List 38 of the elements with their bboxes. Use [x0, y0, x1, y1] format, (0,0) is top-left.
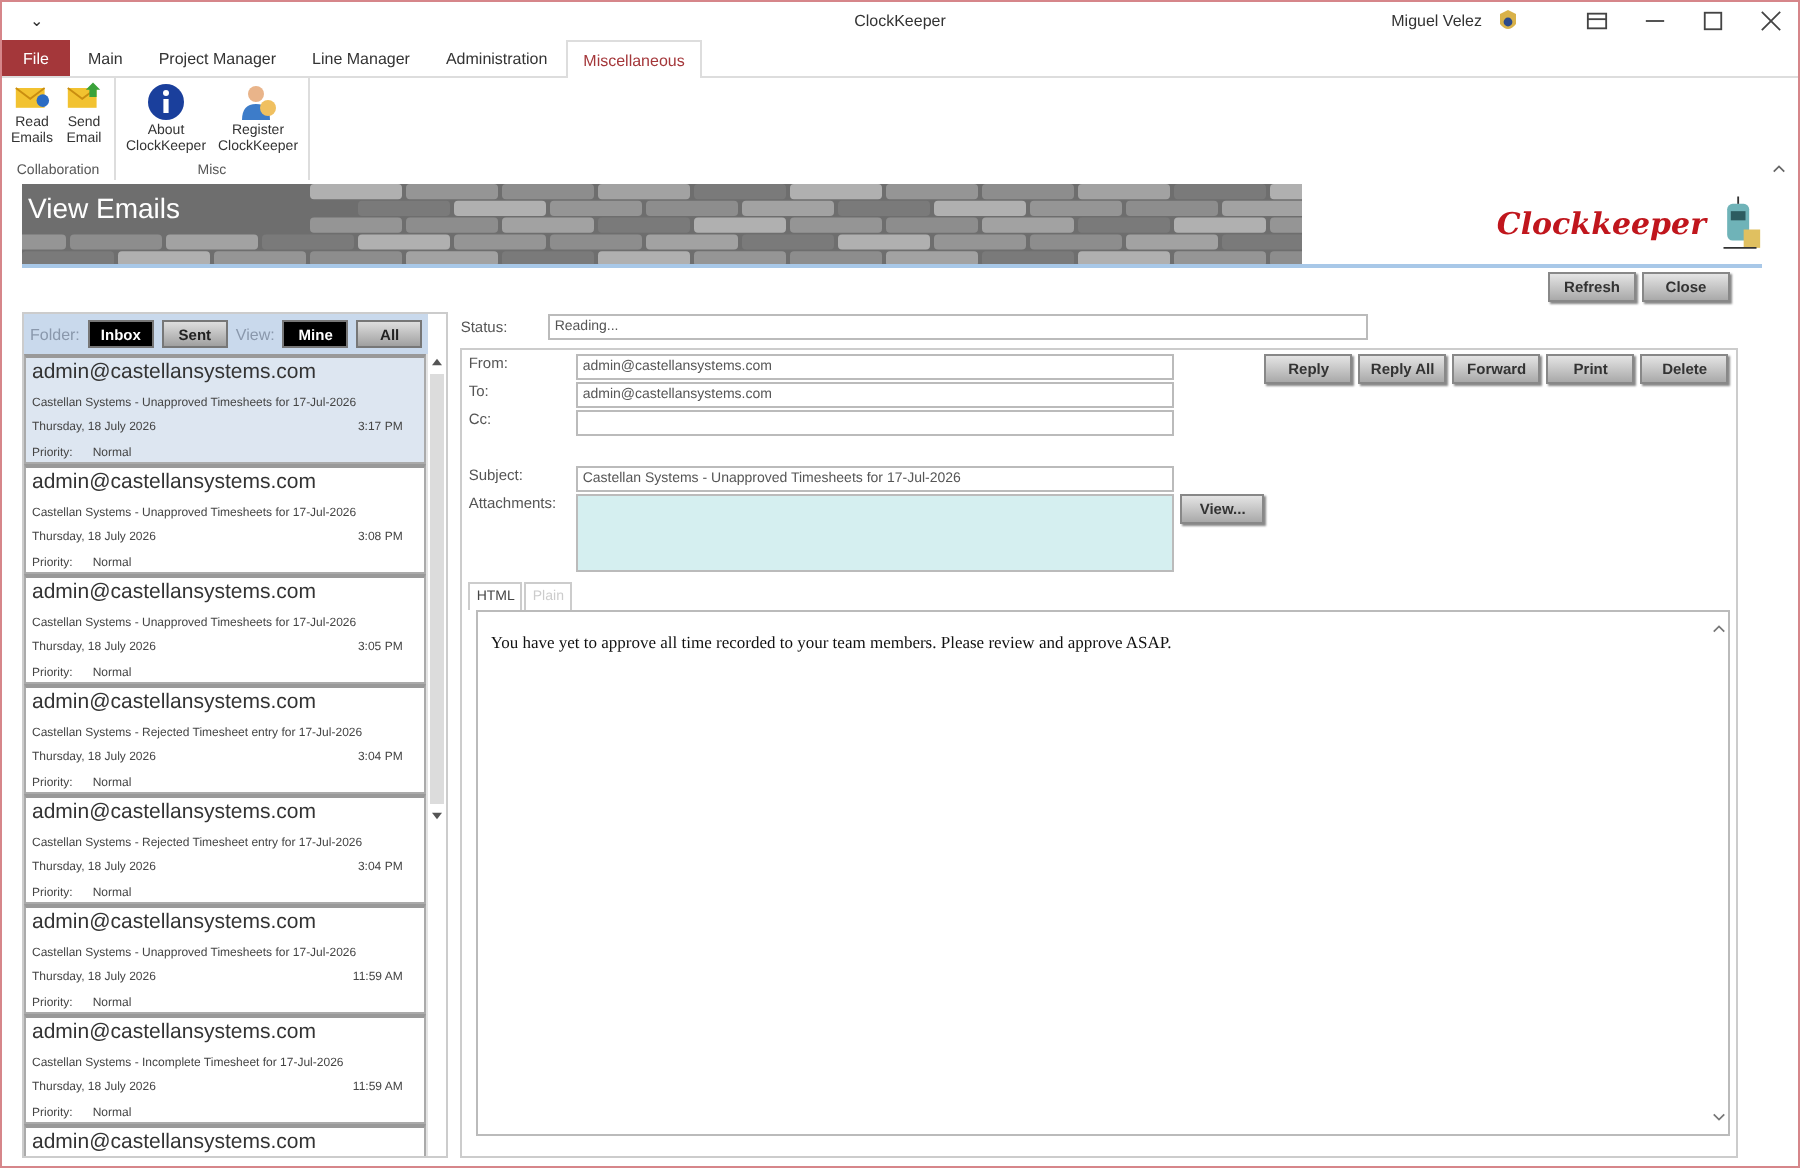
- ribbon-tab[interactable]: Miscellaneous: [565, 40, 703, 78]
- scroll-up-icon[interactable]: [432, 358, 443, 366]
- ribbon-display-icon[interactable]: [1586, 10, 1608, 32]
- sender-address: admin@castellansystems.com: [32, 690, 318, 714]
- sender-address: admin@castellansystems.com: [32, 360, 318, 384]
- email-item[interactable]: admin@castellansystems.com: [24, 1124, 427, 1156]
- file-tab[interactable]: File: [2, 40, 70, 76]
- ribbon-tab[interactable]: Administration: [427, 40, 566, 76]
- close-icon[interactable]: [1760, 10, 1782, 32]
- folder-label: Folder:: [30, 325, 80, 343]
- user-name: Miguel Velez: [1391, 12, 1482, 30]
- message-text: You have yet to approve all time recorded to your team members. Please review and approve ASAP.: [490, 632, 1174, 656]
- sender-address: admin@castellansystems.com: [32, 1020, 318, 1044]
- scroll-up-icon[interactable]: [1711, 624, 1726, 634]
- crest-icon: [1498, 9, 1518, 33]
- view-label: View:: [235, 325, 275, 343]
- envelope-icon: [14, 82, 50, 112]
- scrollbar[interactable]: [426, 354, 447, 1156]
- sender-address: admin@castellansystems.com: [32, 910, 318, 934]
- sender-address: admin@castellansystems.com: [32, 580, 318, 604]
- ribbon-tab[interactable]: Line Manager: [294, 40, 428, 76]
- sender-address: admin@castellansystems.com: [32, 1130, 318, 1154]
- info-icon: [146, 82, 186, 122]
- logo-text: Clockkeeper: [1496, 206, 1706, 242]
- collapse-ribbon-icon[interactable]: [1772, 164, 1786, 174]
- ribbon-tab[interactable]: Main: [70, 40, 141, 76]
- ribbon-tab[interactable]: Project Manager: [140, 40, 295, 76]
- person-icon: [238, 82, 278, 122]
- scroll-down-icon[interactable]: [1711, 1112, 1726, 1122]
- scroll-down-icon[interactable]: [432, 812, 443, 820]
- sender-address: admin@castellansystems.com: [32, 470, 318, 494]
- sender-address: admin@castellansystems.com: [32, 800, 318, 824]
- envelope-icon: [66, 82, 102, 112]
- maximize-icon[interactable]: [1702, 10, 1724, 32]
- quick-access-menu[interactable]: ⌄: [30, 12, 70, 30]
- address-field[interactable]: [576, 410, 1175, 436]
- window-title: ClockKeeper: [852, 12, 948, 30]
- banner-title: View Emails: [28, 192, 180, 224]
